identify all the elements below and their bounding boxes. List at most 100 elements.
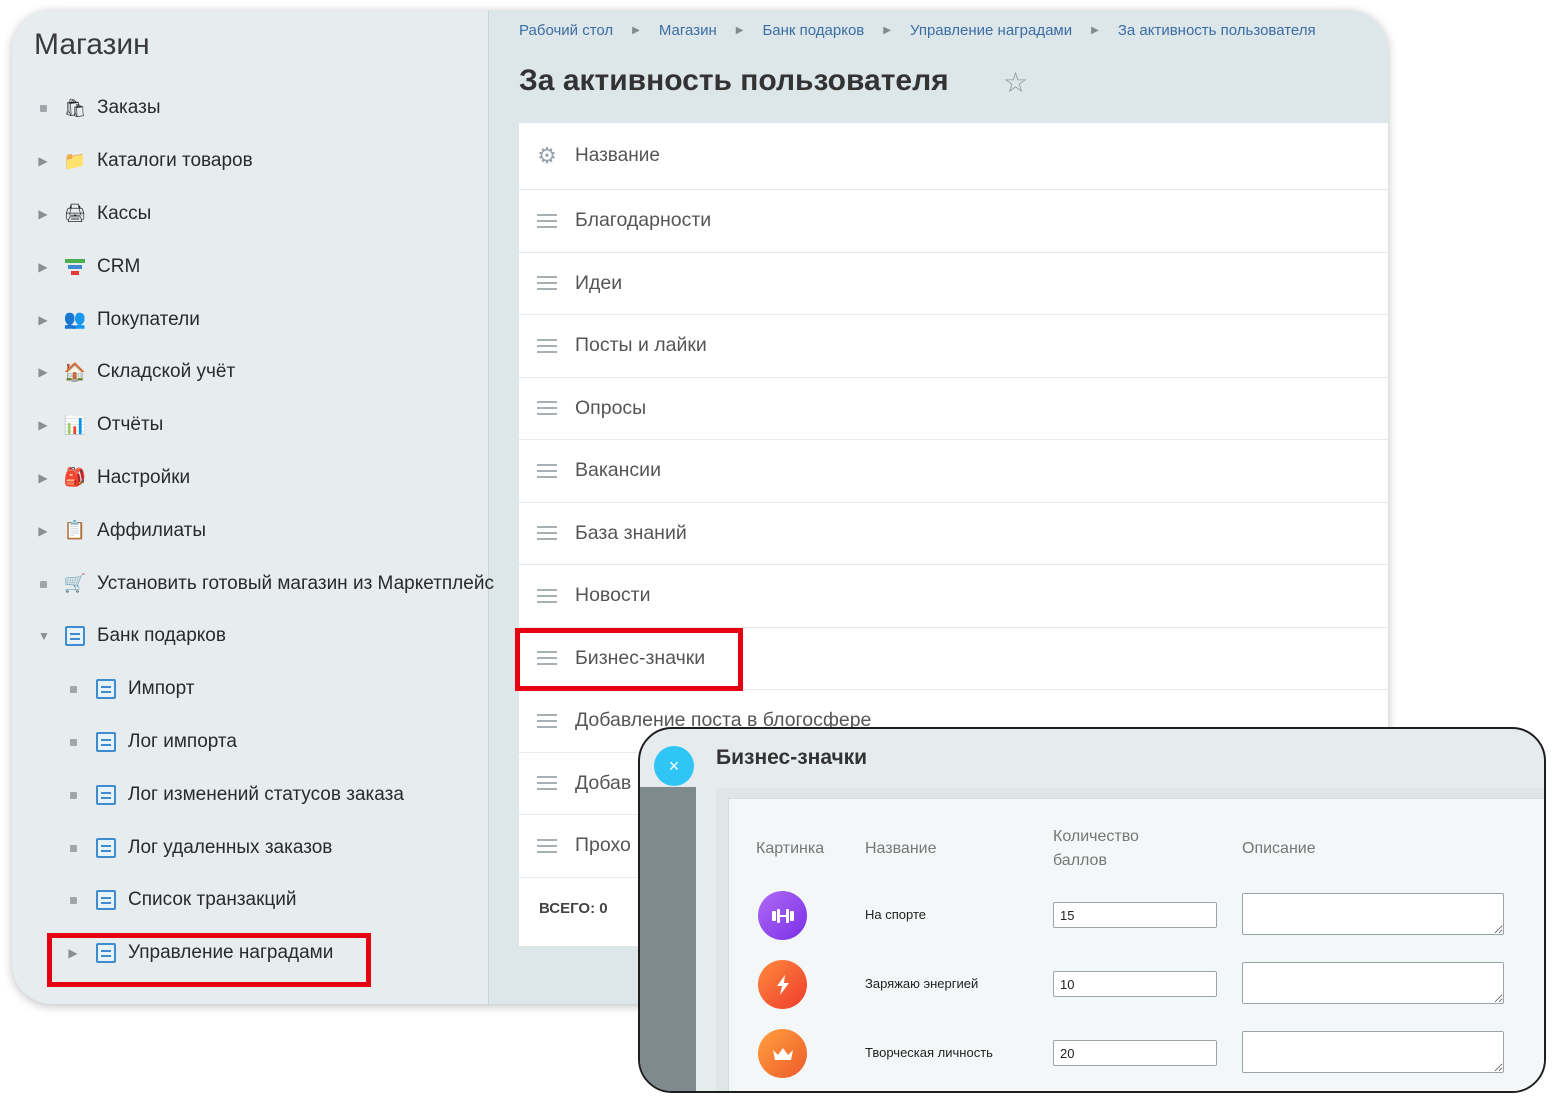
page-title: За активность пользователя xyxy=(519,64,949,97)
drag-handle-icon[interactable] xyxy=(519,526,575,541)
breadcrumb-item[interactable]: Управление наградами xyxy=(910,22,1072,39)
drag-handle-icon[interactable] xyxy=(519,463,575,478)
sidebar-item-label: Лог удаленных заказов xyxy=(128,836,333,858)
sidebar-item-affiliates[interactable]: ▶ 📋 Аффилиаты xyxy=(12,504,488,557)
list-row[interactable]: Новости xyxy=(519,565,1388,628)
settings-bag-icon: 🎒 xyxy=(63,467,87,488)
warehouse-icon: 🏠 xyxy=(63,361,87,382)
breadcrumb-item[interactable]: Магазин xyxy=(659,22,717,39)
column-header-description: Описание xyxy=(1242,840,1316,857)
sidebar-item-cash-registers[interactable]: ▶ 🖨 Кассы xyxy=(12,188,488,241)
breadcrumb-item[interactable]: За активность пользователя xyxy=(1118,22,1316,39)
drag-handle-icon[interactable] xyxy=(519,713,575,728)
drag-handle-icon[interactable] xyxy=(519,588,575,603)
chevron-right-icon[interactable]: ▶ xyxy=(38,207,48,221)
row-label: Вакансии xyxy=(575,459,661,482)
total-value: 0 xyxy=(599,900,608,917)
points-input[interactable] xyxy=(1053,1040,1217,1066)
sidebar-item-marketplace[interactable]: 🛒 Установить готовый магазин из Маркетпл… xyxy=(12,557,494,610)
points-input[interactable] xyxy=(1053,902,1217,928)
popup-title: Бизнес-значки xyxy=(716,746,868,769)
bullet-icon xyxy=(68,735,78,749)
document-icon xyxy=(93,730,119,754)
breadcrumb-arrow-icon: ▶ xyxy=(735,25,744,36)
chevron-right-icon[interactable]: ▶ xyxy=(38,260,48,274)
list-row[interactable]: Опросы xyxy=(519,378,1388,440)
list-row[interactable]: Вакансии xyxy=(519,440,1388,503)
row-label: Опросы xyxy=(575,396,647,419)
sidebar-item-gift-bank[interactable]: ▼ Банк подарков xyxy=(12,610,488,663)
sidebar-item-orders[interactable]: 🛍 Заказы xyxy=(12,82,488,135)
list-total: ВСЕГО: 0 xyxy=(539,900,608,917)
breadcrumb-arrow-icon: ▶ xyxy=(632,25,640,36)
sidebar-subitem-status-log[interactable]: Лог изменений статусов заказа xyxy=(12,768,488,821)
drag-handle-icon[interactable] xyxy=(519,213,575,228)
sidebar-item-label: Лог изменений статусов заказа xyxy=(128,783,404,805)
sidebar-item-warehouse[interactable]: ▶ 🏠 Складской учёт xyxy=(12,346,488,399)
row-label: Новости xyxy=(575,584,651,607)
sidebar-subitem-deleted-orders-log[interactable]: Лог удаленных заказов xyxy=(12,821,488,874)
highlight-business-badges xyxy=(515,628,743,691)
chevron-right-icon[interactable]: ▶ xyxy=(38,154,48,168)
column-header-picture: Картинка xyxy=(756,840,825,857)
star-icon[interactable]: ☆ xyxy=(1003,66,1028,99)
list-header: ⚙ Название xyxy=(519,123,1388,190)
list-row[interactable]: База знаний xyxy=(519,503,1388,565)
document-icon xyxy=(93,783,119,807)
sidebar-subitem-import-log[interactable]: Лог импорта xyxy=(12,716,488,769)
drag-handle-icon[interactable] xyxy=(519,401,575,416)
badge-name: На спорте xyxy=(865,907,926,922)
row-label: Идеи xyxy=(575,271,623,294)
sidebar-item-reports[interactable]: ▶ 📊 Отчёты xyxy=(12,399,488,452)
sidebar-item-label: Импорт xyxy=(128,678,195,700)
drag-handle-icon[interactable] xyxy=(519,776,575,791)
sidebar-item-label: Заказы xyxy=(97,97,161,119)
drag-handle-icon[interactable] xyxy=(519,838,575,853)
folder-icon: 📁 xyxy=(63,150,87,171)
sidebar-item-label: Покупатели xyxy=(97,308,200,330)
table-row: На спорте xyxy=(729,891,1544,951)
sidebar-item-label: Аффилиаты xyxy=(97,519,206,541)
drag-handle-icon[interactable] xyxy=(519,338,575,353)
column-header-points: Количество баллов xyxy=(1053,825,1139,873)
column-header-points-line: баллов xyxy=(1053,852,1107,869)
breadcrumb-item[interactable]: Банк подарков xyxy=(762,22,864,39)
list-row[interactable]: Посты и лайки xyxy=(519,315,1388,378)
description-textarea[interactable] xyxy=(1242,893,1504,935)
sidebar-item-settings[interactable]: ▶ 🎒 Настройки xyxy=(12,452,488,505)
chevron-right-icon[interactable]: ▶ xyxy=(38,365,48,379)
close-button[interactable]: × xyxy=(654,746,694,786)
column-header-name: Название xyxy=(575,145,660,166)
chevron-right-icon[interactable]: ▶ xyxy=(38,524,48,538)
sidebar-item-crm[interactable]: ▶ CRM xyxy=(12,240,488,293)
sidebar-subitem-transactions[interactable]: Список транзакций xyxy=(12,874,488,927)
chevron-right-icon[interactable]: ▶ xyxy=(38,313,48,327)
row-label: Прохо xyxy=(575,834,631,857)
description-textarea[interactable] xyxy=(1242,962,1504,1004)
gear-icon[interactable]: ⚙ xyxy=(519,143,575,169)
drag-handle-icon[interactable] xyxy=(519,276,575,291)
chevron-right-icon[interactable]: ▶ xyxy=(38,471,48,485)
sidebar-item-customers[interactable]: ▶ 👥 Покупатели xyxy=(12,293,488,346)
sidebar-item-label: Складской учёт xyxy=(97,361,236,383)
badge-name: Творческая личность xyxy=(865,1045,993,1060)
breadcrumb-arrow-icon: ▶ xyxy=(883,25,891,36)
bullet-icon xyxy=(68,893,78,907)
sidebar-subitem-import[interactable]: Импорт xyxy=(12,663,488,716)
breadcrumb-item[interactable]: Рабочий стол xyxy=(519,22,613,39)
row-label: Добав xyxy=(575,771,632,794)
badges-table: Картинка Название Количество баллов Опис… xyxy=(728,798,1544,1091)
chevron-down-icon[interactable]: ▼ xyxy=(38,629,50,643)
column-header-points-line: Количество xyxy=(1053,828,1139,845)
chevron-right-icon[interactable]: ▶ xyxy=(38,418,48,432)
sidebar-item-label: CRM xyxy=(97,255,141,277)
list-row[interactable]: Идеи xyxy=(519,253,1388,315)
description-textarea[interactable] xyxy=(1242,1031,1504,1073)
list-row[interactable]: Благодарности xyxy=(519,190,1388,253)
document-icon xyxy=(93,677,119,701)
document-icon xyxy=(93,888,119,912)
points-input[interactable] xyxy=(1053,971,1217,997)
sidebar-item-catalogs[interactable]: ▶ 📁 Каталоги товаров xyxy=(12,135,488,188)
chart-icon: 📊 xyxy=(63,414,87,435)
row-label: Посты и лайки xyxy=(575,334,707,357)
